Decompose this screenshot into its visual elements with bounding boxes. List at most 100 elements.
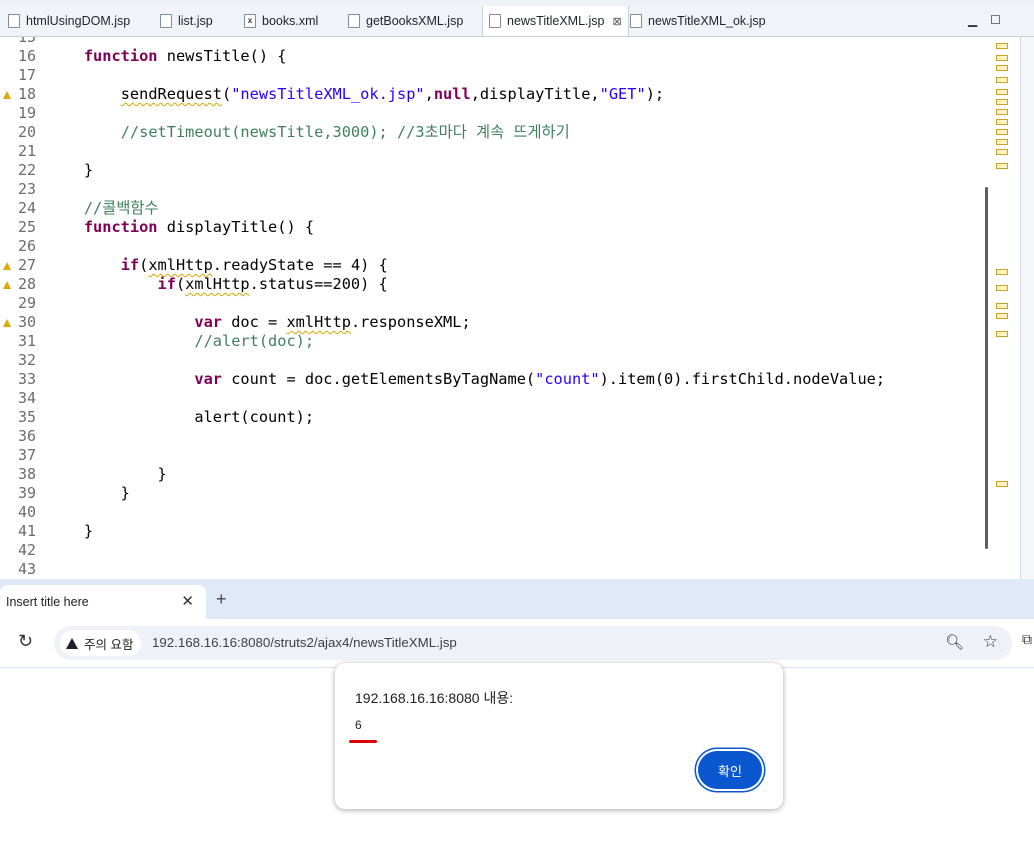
overview-marker[interactable]	[996, 55, 1008, 61]
tab-newsTitleXML[interactable]: newsTitleXML.jsp ⊠	[482, 6, 629, 36]
tab-label: books.xml	[262, 14, 319, 28]
new-tab-button[interactable]: +	[216, 589, 227, 610]
jsp-file-icon	[489, 14, 501, 28]
editor-scrollbar[interactable]	[985, 187, 988, 549]
line-number: 34	[17, 389, 36, 407]
overview-marker[interactable]	[996, 163, 1008, 169]
tab-getBooksXML[interactable]: getBooksXML.jsp	[348, 6, 463, 36]
warning-icon[interactable]	[3, 91, 11, 99]
tab-label: list.jsp	[178, 14, 213, 28]
tab-list[interactable]: list.jsp	[160, 6, 213, 36]
side-panel	[1020, 37, 1034, 579]
security-chip[interactable]: 주의 요함	[60, 630, 142, 656]
overview-marker[interactable]	[996, 481, 1008, 487]
line-number: 40	[17, 503, 36, 521]
browser-tab-title: Insert title here	[6, 595, 89, 609]
overview-marker[interactable]	[996, 109, 1008, 115]
line-number: 24	[17, 199, 36, 217]
overview-marker[interactable]	[996, 65, 1008, 71]
tab-books-xml[interactable]: x books.xml	[244, 6, 318, 36]
overview-marker[interactable]	[996, 303, 1008, 309]
code-line[interactable]: function displayTitle() {	[47, 218, 314, 237]
code-line[interactable]: var doc = xmlHttp.responseXML;	[47, 313, 470, 332]
line-number: 32	[17, 351, 36, 369]
code-line[interactable]: sendRequest("newsTitleXML_ok.jsp",null,d…	[47, 85, 664, 104]
xml-file-icon: x	[244, 14, 256, 28]
line-number: 43	[17, 560, 36, 578]
maximize-icon[interactable]: ☐	[990, 13, 1001, 27]
address-bar[interactable]: 주의 요함 192.168.16.16:8080/struts2/ajax4/n…	[54, 626, 1012, 660]
overview-marker[interactable]	[996, 139, 1008, 145]
extensions-icon[interactable]: ⧉	[1022, 631, 1032, 648]
line-number: 25	[17, 218, 36, 236]
overview-ruler[interactable]	[996, 37, 1008, 579]
code-line[interactable]: if(xmlHttp.readyState == 4) {	[47, 256, 388, 275]
overview-marker[interactable]	[996, 129, 1008, 135]
tab-label: newsTitleXML.jsp	[507, 14, 605, 28]
line-number: 22	[17, 161, 36, 179]
jsp-file-icon	[160, 14, 172, 28]
url-text[interactable]: 192.168.16.16:8080/struts2/ajax4/newsTit…	[152, 635, 457, 650]
code-line[interactable]: }	[47, 465, 167, 484]
reload-icon[interactable]: ↻	[18, 631, 33, 652]
tab-newsTitleXML-ok[interactable]: newsTitleXML_ok.jsp	[630, 6, 766, 36]
jsp-file-icon	[348, 14, 360, 28]
code-line[interactable]: function newsTitle() {	[47, 47, 287, 66]
tab-label: htmlUsingDOM.jsp	[26, 14, 131, 28]
warning-icon	[66, 637, 78, 649]
code-line[interactable]: }	[47, 522, 93, 541]
line-number: 21	[17, 142, 36, 160]
overview-marker[interactable]	[996, 149, 1008, 155]
line-number: 41	[17, 522, 36, 540]
line-number: 33	[17, 370, 36, 388]
code-line[interactable]: var count = doc.getElementsByTagName("co…	[47, 370, 885, 389]
tab-htmlUsingDOM[interactable]: htmlUsingDOM.jsp	[8, 6, 130, 36]
close-tab-icon[interactable]: ✕	[181, 592, 194, 610]
code-line[interactable]: //alert(doc);	[47, 332, 314, 351]
warning-icon[interactable]	[3, 281, 11, 289]
code-line[interactable]: if(xmlHttp.status==200) {	[47, 275, 388, 294]
code-line[interactable]: }	[47, 161, 93, 180]
warning-icon[interactable]	[3, 262, 11, 270]
editor-tab-bar: htmlUsingDOM.jsp list.jsp x books.xml ge…	[0, 6, 1034, 37]
overview-marker[interactable]	[996, 77, 1008, 83]
line-number: 17	[17, 66, 36, 84]
overview-marker[interactable]	[996, 119, 1008, 125]
overview-marker[interactable]	[996, 89, 1008, 95]
line-number: 29	[17, 294, 36, 312]
ok-button[interactable]: 확인	[698, 751, 762, 789]
dialog-title: 192.168.16.16:8080 내용:	[355, 690, 514, 706]
warning-icon[interactable]	[3, 319, 11, 327]
overview-marker[interactable]	[996, 99, 1008, 105]
code-editor[interactable]: 15 16 17 18 19 20 21 22 23 24 25 26 27 28 29 30 31 32 33 34…	[0, 37, 1020, 579]
line-number: 36	[17, 427, 36, 445]
tab-label: newsTitleXML_ok.jsp	[648, 14, 766, 28]
overview-marker[interactable]	[996, 285, 1008, 291]
minimize-icon[interactable]: ▁	[968, 13, 977, 27]
dialog-message: 6	[355, 718, 362, 732]
browser-tab-strip: Insert title here ✕ +	[0, 579, 1034, 619]
line-number-gutter: 15 16 17 18 19 20 21 22 23 24 25 26 27 28 29 30 31 32 33 34…	[0, 37, 40, 579]
line-number: 15	[17, 37, 36, 46]
code-line[interactable]: //setTimeout(newsTitle,3000); //3초마다 계속 …	[47, 123, 570, 142]
line-number: 16	[17, 47, 36, 65]
code-line[interactable]: }	[47, 484, 130, 503]
browser-toolbar: ↻ 주의 요함 192.168.16.16:8080/struts2/ajax4…	[0, 619, 1034, 668]
code-line[interactable]: alert(count);	[47, 408, 314, 427]
line-number: 39	[17, 484, 36, 502]
zoom-icon[interactable]: 🔍︎	[945, 633, 964, 651]
overview-marker[interactable]	[996, 43, 1008, 49]
line-number: 26	[17, 237, 36, 255]
line-number: 19	[17, 104, 36, 122]
bookmark-star-icon[interactable]: ☆	[983, 632, 998, 652]
security-label: 주의 요함	[84, 637, 134, 652]
overview-marker[interactable]	[996, 269, 1008, 275]
line-number: 35	[17, 408, 36, 426]
line-number: 31	[17, 332, 36, 350]
code-line[interactable]: //콜백함수	[47, 199, 159, 218]
overview-marker[interactable]	[996, 313, 1008, 319]
line-number: 20	[17, 123, 36, 141]
tab-close-icon[interactable]: ⊠	[613, 15, 622, 28]
browser-tab[interactable]: Insert title here ✕	[0, 585, 206, 619]
overview-marker[interactable]	[996, 331, 1008, 337]
